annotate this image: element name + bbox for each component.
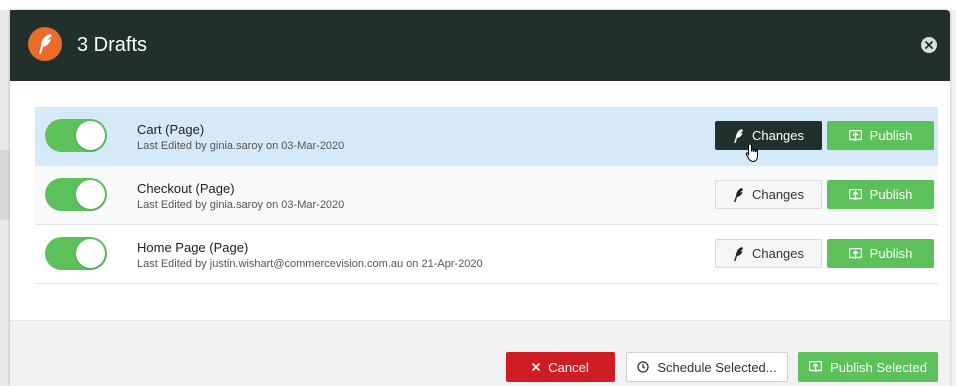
schedule-label: Schedule Selected... — [657, 359, 777, 375]
hand-cursor-icon — [745, 143, 758, 163]
toggle-knob — [76, 121, 105, 150]
schedule-selected-button[interactable]: Schedule Selected... — [626, 352, 788, 382]
draft-subtitle: Last Edited by justin.wishart@commercevi… — [137, 258, 483, 270]
feather-icon — [733, 187, 743, 202]
cancel-label: Cancel — [548, 359, 589, 375]
publish-selected-button[interactable]: Publish Selected — [798, 352, 938, 382]
toggle-knob — [76, 239, 105, 268]
publish-button[interactable]: Publish — [827, 180, 934, 209]
draft-subtitle: Last Edited by ginia.saroy on 03-Mar-202… — [137, 140, 345, 152]
publish-upload-icon — [848, 188, 862, 200]
draft-toggle[interactable] — [45, 119, 107, 152]
clock-icon — [637, 361, 650, 373]
close-icon[interactable] — [921, 37, 937, 53]
draft-toggle[interactable] — [45, 178, 107, 211]
toggle-knob — [76, 180, 105, 209]
publish-upload-icon — [809, 361, 823, 372]
backdrop-top — [0, 0, 956, 10]
publish-label: Publish — [869, 187, 913, 202]
publish-selected-label: Publish Selected — [830, 359, 927, 375]
drafts-list: Cart (Page) Last Edited by ginia.saroy o… — [35, 107, 938, 284]
backdrop-shade — [0, 150, 10, 220]
draft-row-checkout: Checkout (Page) Last Edited by ginia.sar… — [35, 166, 938, 225]
drafts-modal: 3 Drafts Cart (Page) Last Edited by gini… — [10, 10, 950, 386]
cancel-button[interactable]: Cancel — [506, 352, 615, 382]
publish-button[interactable]: Publish — [827, 239, 934, 268]
draft-toggle[interactable] — [45, 237, 107, 270]
draft-row-home-page: Home Page (Page) Last Edited by justin.w… — [35, 225, 938, 284]
feather-icon — [733, 128, 743, 143]
feather-logo-icon — [28, 27, 62, 61]
publish-button[interactable]: Publish — [827, 121, 934, 150]
changes-label: Changes — [751, 246, 805, 261]
draft-title: Home Page (Page) — [137, 240, 249, 255]
changes-button[interactable]: Changes — [715, 121, 822, 150]
changes-label: Changes — [751, 128, 805, 143]
draft-title: Cart (Page) — [137, 122, 205, 137]
publish-upload-icon — [848, 247, 862, 259]
draft-subtitle: Last Edited by ginia.saroy on 03-Mar-202… — [137, 199, 345, 211]
publish-upload-icon — [848, 129, 862, 141]
publish-label: Publish — [869, 246, 913, 261]
publish-label: Publish — [869, 128, 913, 143]
draft-title: Checkout (Page) — [137, 181, 235, 196]
changes-button[interactable]: Changes — [715, 239, 822, 268]
draft-row-cart: Cart (Page) Last Edited by ginia.saroy o… — [35, 107, 938, 166]
modal-footer: Cancel Schedule Selected... Publish Sele… — [10, 320, 950, 386]
x-icon — [532, 363, 541, 371]
changes-button[interactable]: Changes — [715, 180, 822, 209]
modal-header: 3 Drafts — [10, 10, 950, 81]
changes-label: Changes — [751, 187, 805, 202]
modal-title: 3 Drafts — [77, 34, 148, 56]
feather-icon — [733, 246, 743, 261]
